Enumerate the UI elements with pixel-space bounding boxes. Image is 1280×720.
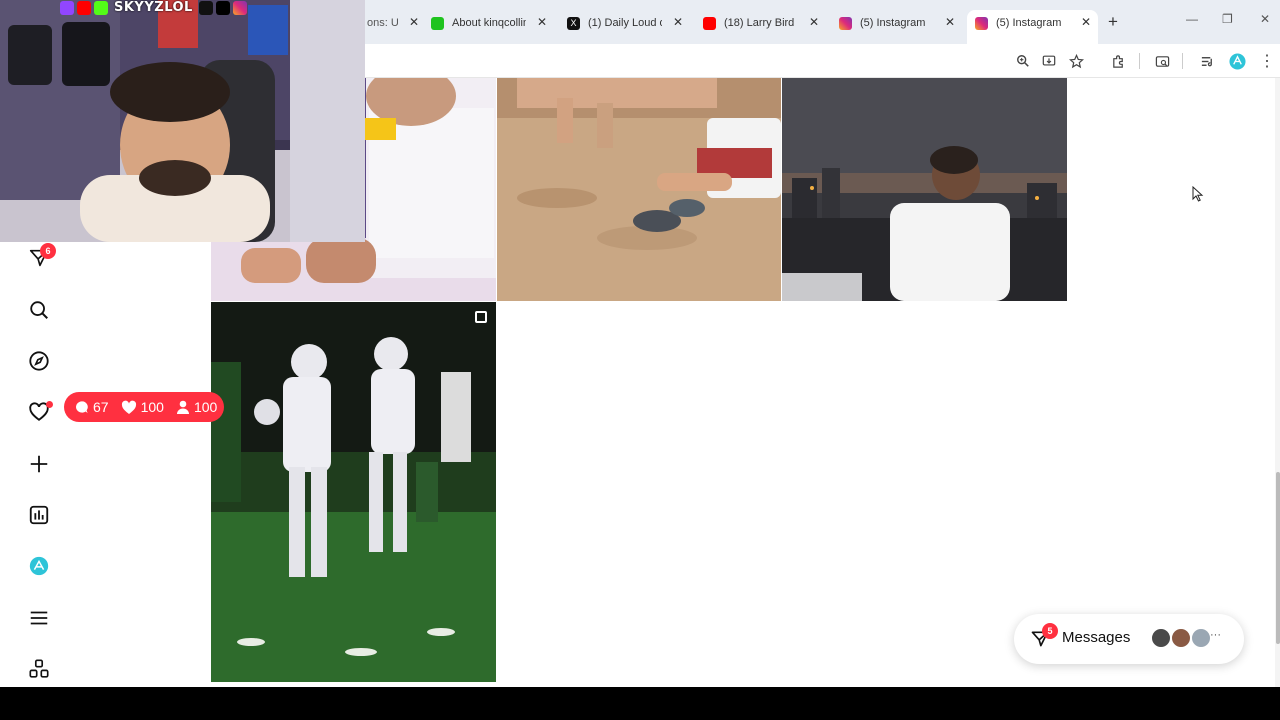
- tab-search-icon[interactable]: [1153, 52, 1171, 70]
- meta-ai-icon[interactable]: [27, 554, 51, 578]
- comment-icon: [76, 400, 88, 413]
- kebab-menu-icon[interactable]: ⋮: [1258, 52, 1276, 70]
- post-tile-3[interactable]: [782, 78, 1067, 301]
- media-controls-icon[interactable]: [1198, 52, 1216, 70]
- install-app-icon[interactable]: [1040, 52, 1058, 70]
- post-photo-beach: [497, 78, 781, 301]
- conversation-avatar: [1190, 627, 1212, 649]
- tab-title: (5) Instagram: [996, 17, 1062, 29]
- person-icon: [176, 400, 189, 414]
- activity-stats-pill: 67 100 100: [64, 392, 224, 422]
- new-tab-button[interactable]: +: [1108, 12, 1118, 32]
- tab-3[interactable]: (18) Larry Bird U ✕: [703, 12, 821, 34]
- streamer-social-bar: SKYYZLOL: [60, 0, 247, 15]
- tab-1[interactable]: About kinqcollin ✕: [431, 12, 549, 34]
- messages-label: Messages: [1062, 629, 1131, 646]
- kick-icon: [94, 0, 108, 15]
- conversation-avatar: [1150, 627, 1172, 649]
- conversation-avatar: [1170, 627, 1192, 649]
- bookmark-star-icon[interactable]: [1067, 52, 1085, 70]
- window-close-icon[interactable]: ✕: [1260, 12, 1270, 26]
- x-icon: [215, 0, 230, 15]
- post-photo-skyline: [782, 78, 1067, 301]
- tiktok-icon: [198, 0, 213, 15]
- close-icon[interactable]: ✕: [945, 15, 955, 29]
- profile-avatar-icon[interactable]: [1228, 52, 1246, 70]
- streamer-handle: SKYYZLOL: [114, 0, 193, 15]
- notification-dot: [46, 401, 53, 408]
- kick-favicon-icon: [431, 16, 444, 30]
- instagram-icon: [232, 0, 247, 15]
- tab-2[interactable]: X (1) Daily Loud on ✕: [567, 12, 685, 34]
- comments-count: 67: [93, 399, 109, 415]
- comments-stat: 67: [74, 399, 109, 415]
- messages-badge: 6: [40, 243, 56, 259]
- streamer-webcam-overlay: SKYYZLOL: [0, 0, 365, 242]
- explore-icon[interactable]: [27, 349, 51, 373]
- tab-title: About kinqcollin: [452, 17, 526, 29]
- tab-title: (1) Daily Loud on: [588, 17, 662, 29]
- more-conversations-icon: ···: [1210, 629, 1221, 641]
- close-icon[interactable]: ✕: [809, 15, 819, 29]
- close-icon[interactable]: ✕: [673, 15, 683, 29]
- post-photo-football: [211, 302, 496, 682]
- toolbar-divider: [1182, 53, 1183, 69]
- extensions-icon[interactable]: [1109, 52, 1127, 70]
- restore-icon[interactable]: ❐: [1222, 12, 1233, 26]
- webcam-feed: [0, 0, 365, 242]
- youtube-icon: [77, 0, 91, 15]
- carousel-icon: [475, 311, 487, 323]
- also-from-meta-icon[interactable]: [27, 657, 51, 681]
- followers-stat: 100: [176, 399, 217, 415]
- messages-floating-bar[interactable]: 5 Messages ···: [1014, 614, 1244, 664]
- create-icon[interactable]: [27, 452, 51, 476]
- tab-4[interactable]: (5) Instagram ✕: [839, 12, 957, 34]
- instagram-favicon-icon: [975, 16, 988, 30]
- followers-count: 100: [193, 399, 218, 415]
- tab-0[interactable]: ons: U ✕: [367, 12, 427, 34]
- likes-stat: 100: [121, 399, 164, 415]
- mouse-cursor-icon: [1192, 186, 1204, 202]
- youtube-favicon-icon: [703, 16, 716, 30]
- toolbar-divider: [1139, 53, 1140, 69]
- tab-title: (5) Instagram: [860, 17, 926, 29]
- tab-title: (18) Larry Bird U: [724, 17, 798, 29]
- screen: ons: U ✕ About kinqcollin ✕ X (1) Daily …: [0, 0, 1280, 720]
- instagram-favicon-icon: [839, 16, 852, 30]
- dashboard-icon[interactable]: [27, 503, 51, 527]
- heart-icon: [121, 400, 136, 414]
- close-icon[interactable]: ✕: [1081, 15, 1091, 29]
- post-tile-2[interactable]: [497, 78, 781, 301]
- more-menu-icon[interactable]: [27, 606, 51, 630]
- x-favicon-icon: X: [567, 16, 580, 30]
- likes-count: 100: [140, 399, 164, 415]
- search-icon[interactable]: [27, 298, 51, 322]
- post-tile-4[interactable]: [211, 302, 496, 682]
- tab-title: ons: U: [367, 17, 399, 29]
- close-icon[interactable]: ✕: [409, 15, 419, 29]
- zoom-icon[interactable]: [1014, 52, 1032, 70]
- minimize-icon[interactable]: —: [1186, 12, 1198, 26]
- tab-5-active[interactable]: (5) Instagram ✕: [975, 12, 1091, 34]
- page-scrollbar-thumb[interactable]: [1276, 472, 1280, 644]
- close-icon[interactable]: ✕: [537, 15, 547, 29]
- twitch-icon: [60, 0, 74, 15]
- messages-unread-badge: 5: [1042, 623, 1058, 639]
